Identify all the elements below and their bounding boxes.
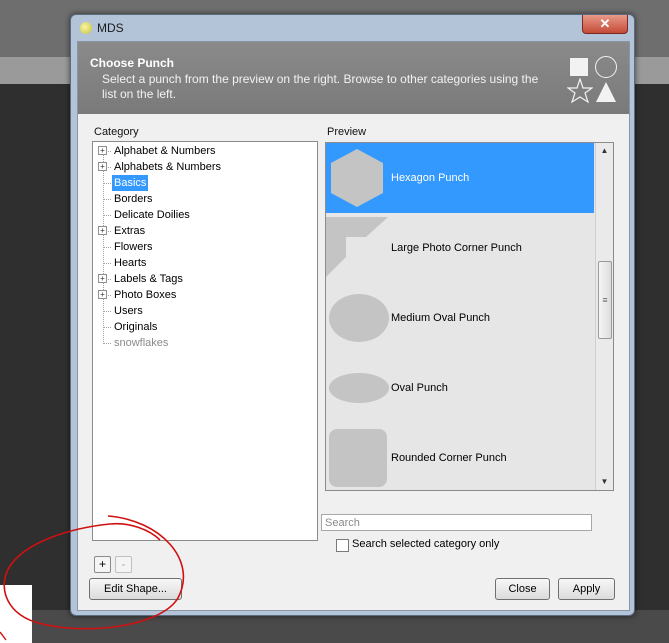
punch-name: Hexagon Punch: [391, 172, 470, 184]
expand-plus-icon[interactable]: +: [98, 146, 107, 155]
expand-plus-icon[interactable]: +: [98, 162, 107, 171]
expand-plus-icon[interactable]: +: [98, 226, 107, 235]
header-title: Choose Punch: [90, 56, 175, 70]
category-item-label: Users: [114, 305, 143, 317]
square-shape-icon: [570, 58, 588, 76]
category-tree[interactable]: + Alphabet & Numbers + Alphabets & Numbers B…: [92, 141, 318, 541]
category-item[interactable]: Originals: [93, 319, 315, 335]
category-item[interactable]: + Photo Boxes: [93, 287, 315, 303]
category-item-label: Basics: [112, 175, 149, 191]
category-item[interactable]: Borders: [93, 191, 315, 207]
category-item-label: Photo Boxes: [114, 289, 177, 301]
punch-name: Oval Punch: [391, 382, 448, 394]
apply-button[interactable]: Apply: [558, 578, 615, 600]
search-input[interactable]: [321, 514, 592, 531]
scroll-down-arrow-icon[interactable]: ▼: [596, 474, 613, 490]
category-item[interactable]: Basics: [93, 175, 315, 191]
category-item-label: Hearts: [114, 257, 147, 269]
punch-preview-item[interactable]: Medium Oval Punch: [326, 283, 594, 353]
tree-branch-line: [103, 199, 111, 200]
dialog-body: Choose Punch Select a punch from the pre…: [77, 41, 630, 611]
triangle-shape-icon: [596, 82, 616, 102]
preview-list[interactable]: Rounded Corner Punch Oval Punch Medium Ova…: [325, 142, 614, 491]
category-item-label: snowflakes: [114, 337, 169, 349]
punch-name: Rounded Corner Punch: [391, 452, 507, 464]
rounded-square-shape-icon: [328, 428, 388, 490]
category-item-label: Originals: [114, 321, 158, 333]
tree-branch-line: [103, 183, 111, 184]
window-close-button[interactable]: ✕: [582, 15, 628, 34]
category-item[interactable]: Users: [93, 303, 315, 319]
add-category-button[interactable]: +: [94, 556, 111, 573]
choose-punch-dialog: MDS ✕ Choose Punch Select a punch from t…: [70, 14, 635, 616]
category-item[interactable]: + Extras: [93, 223, 315, 239]
scroll-up-arrow-icon[interactable]: ▲: [596, 143, 613, 159]
category-item[interactable]: snowflakes: [93, 335, 315, 351]
tree-branch-line: [103, 215, 111, 216]
oval-small-shape-icon: [328, 372, 390, 407]
category-item[interactable]: Flowers: [93, 239, 315, 255]
title-bar: MDS ✕: [71, 15, 634, 41]
category-item[interactable]: + Labels & Tags: [93, 271, 315, 287]
punch-name: Large Photo Corner Punch: [391, 242, 522, 254]
category-item[interactable]: + Alphabets & Numbers: [93, 159, 315, 175]
category-item-label: Flowers: [114, 241, 153, 253]
edit-shape-button[interactable]: Edit Shape...: [89, 578, 182, 600]
category-item-label: Extras: [114, 225, 146, 237]
tree-branch-line: [103, 343, 111, 344]
search-selected-category-checkbox[interactable]: [336, 539, 349, 552]
app-icon: [80, 22, 92, 34]
dialog-header: Choose Punch Select a punch from the pre…: [78, 42, 629, 114]
background-canvas-corner: [0, 585, 32, 643]
punch-preview-item[interactable]: Large Photo Corner Punch: [326, 213, 594, 283]
header-description: Select a punch from the preview on the r…: [102, 72, 539, 101]
category-item[interactable]: Hearts: [93, 255, 315, 271]
star-shape-icon: [567, 78, 593, 104]
punch-preview-item[interactable]: Oval Punch: [326, 353, 594, 423]
remove-category-button[interactable]: -: [115, 556, 132, 573]
category-item-label: Alphabets & Numbers: [114, 161, 221, 173]
close-button[interactable]: Close: [495, 578, 550, 600]
punch-name: Medium Oval Punch: [391, 312, 491, 324]
punch-preview-item[interactable]: Hexagon Punch: [326, 143, 594, 213]
scroll-thumb[interactable]: ≡: [598, 261, 612, 339]
photo-corner-shape-icon: [326, 217, 388, 282]
preview-label: Preview: [327, 126, 367, 138]
category-item-label: Borders: [114, 193, 153, 205]
expand-plus-icon[interactable]: +: [98, 274, 107, 283]
category-item-label: Delicate Doilies: [114, 209, 190, 221]
preview-scrollbar[interactable]: ▲ ≡ ▼: [595, 143, 613, 490]
oval-shape-icon: [328, 293, 390, 346]
circle-shape-icon: [595, 56, 617, 78]
category-item[interactable]: + Alphabet & Numbers: [93, 143, 315, 159]
punch-preview-item[interactable]: Rounded Corner Punch: [326, 423, 594, 490]
hexagon-shape-icon: [329, 147, 385, 212]
search-selected-category-label: Search selected category only: [352, 538, 500, 550]
tree-branch-line: [103, 263, 111, 264]
tree-branch-line: [103, 327, 111, 328]
category-item[interactable]: Delicate Doilies: [93, 207, 315, 223]
category-item-label: Labels & Tags: [114, 273, 183, 285]
category-item-label: Alphabet & Numbers: [114, 145, 216, 157]
window-title: MDS: [97, 21, 124, 35]
category-label: Category: [94, 126, 139, 138]
tree-branch-line: [103, 311, 111, 312]
expand-plus-icon[interactable]: +: [98, 290, 107, 299]
tree-branch-line: [103, 247, 111, 248]
